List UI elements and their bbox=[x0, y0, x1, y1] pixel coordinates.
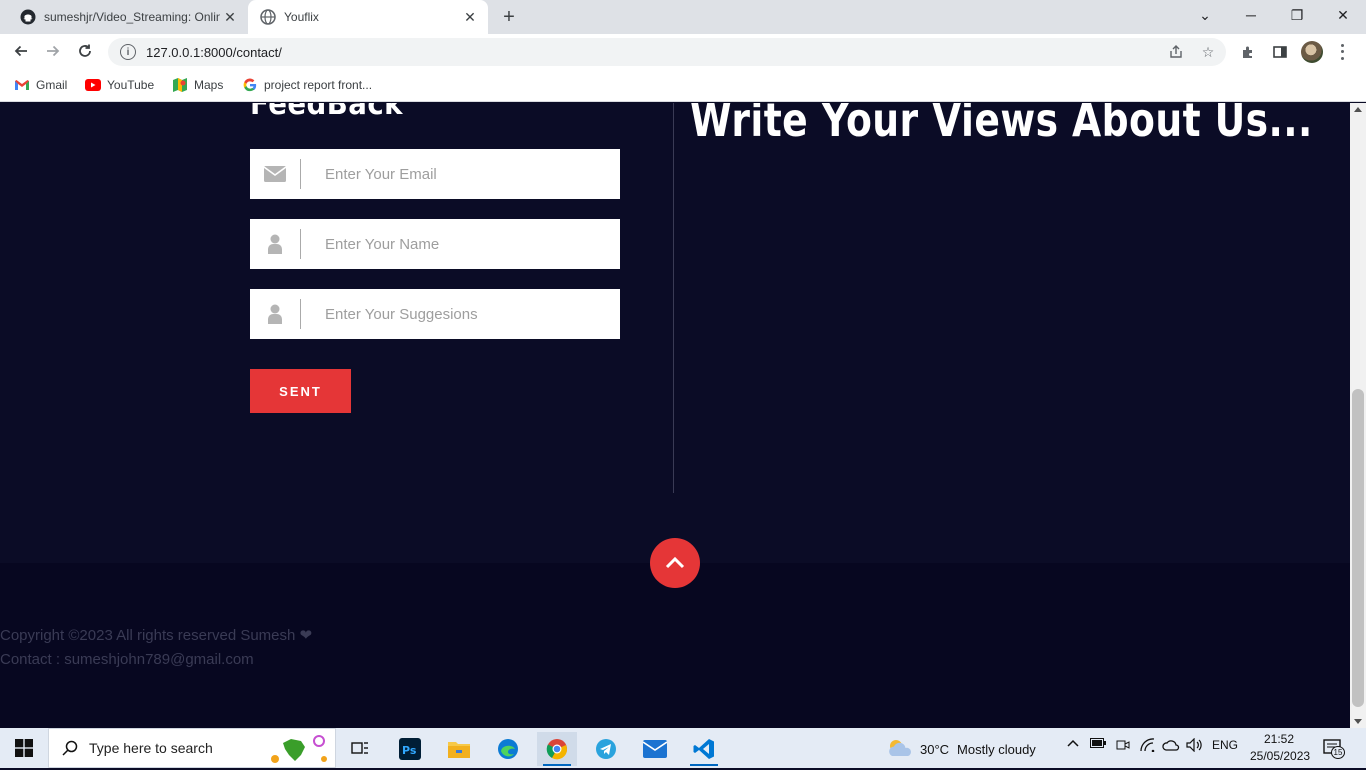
meet-now-icon[interactable] bbox=[1116, 738, 1130, 752]
taskbar-search[interactable]: Type here to search bbox=[48, 728, 336, 768]
user-icon bbox=[250, 219, 300, 269]
github-icon bbox=[20, 9, 36, 25]
suggestions-input[interactable] bbox=[325, 305, 605, 323]
clock-time: 21:52 bbox=[1263, 732, 1295, 746]
clock-date: 25/05/2023 bbox=[1250, 749, 1311, 763]
bookmark-label: Gmail bbox=[36, 78, 68, 92]
vscode-icon[interactable] bbox=[684, 732, 724, 766]
views-heading: Write Your Views About Us... bbox=[690, 103, 1313, 147]
bookmark-star-icon[interactable]: ☆ bbox=[1199, 43, 1217, 61]
youtube-icon bbox=[85, 77, 101, 93]
scroll-up-arrow-icon[interactable] bbox=[1354, 107, 1362, 112]
chevron-up-icon bbox=[665, 556, 685, 569]
mail-icon[interactable] bbox=[635, 732, 675, 766]
address-bar[interactable]: i 127.0.0.1:8000/contact/ bbox=[108, 38, 1226, 66]
email-field[interactable] bbox=[250, 149, 620, 199]
contact-page: FeedBack Write Your Views About Us... SE… bbox=[0, 103, 1350, 728]
file-explorer-icon[interactable] bbox=[439, 732, 479, 766]
new-tab-button[interactable]: + bbox=[498, 6, 520, 28]
scrollbar-thumb[interactable] bbox=[1352, 389, 1364, 707]
bookmark-label: YouTube bbox=[107, 78, 155, 92]
user-icon bbox=[250, 289, 300, 339]
back-icon[interactable] bbox=[8, 38, 34, 64]
clock[interactable]: 21:52 25/05/2023 bbox=[1250, 731, 1311, 765]
tab-strip: sumeshjr/Video_Streaming: Onlin ✕ Youfli… bbox=[0, 0, 1366, 34]
weather-condition: Mostly cloudy bbox=[957, 742, 1036, 757]
email-input[interactable] bbox=[325, 165, 605, 183]
name-input[interactable] bbox=[325, 235, 605, 253]
page-scrollbar[interactable] bbox=[1350, 103, 1366, 728]
tab-github[interactable]: sumeshjr/Video_Streaming: Onlin ✕ bbox=[8, 0, 248, 34]
reload-icon[interactable] bbox=[72, 38, 98, 64]
edge-icon[interactable] bbox=[488, 732, 528, 766]
tab-title: sumeshjr/Video_Streaming: Onlin bbox=[44, 10, 220, 24]
share-icon[interactable] bbox=[1167, 43, 1185, 61]
weather-temp: 30°C bbox=[920, 742, 950, 757]
url-text: 127.0.0.1:8000/contact/ bbox=[146, 44, 282, 60]
profile-avatar[interactable] bbox=[1301, 41, 1323, 63]
onedrive-sync-icon[interactable] bbox=[1162, 738, 1180, 752]
volume-icon[interactable] bbox=[1186, 738, 1204, 752]
suggestions-field[interactable] bbox=[250, 289, 620, 339]
heart-icon: ❤ bbox=[299, 627, 313, 644]
search-icon bbox=[61, 739, 79, 757]
task-view-icon[interactable] bbox=[340, 732, 380, 766]
maps-icon bbox=[172, 77, 188, 93]
battery-icon[interactable] bbox=[1090, 738, 1106, 748]
language-indicator[interactable]: ENG bbox=[1212, 738, 1238, 752]
start-button[interactable] bbox=[0, 728, 48, 768]
google-icon bbox=[242, 77, 258, 93]
gmail-icon bbox=[14, 77, 30, 93]
close-icon[interactable]: ✕ bbox=[220, 7, 240, 27]
bookmark-gmail[interactable]: Gmail bbox=[14, 76, 67, 94]
extensions-icon[interactable] bbox=[1238, 42, 1258, 62]
bookmark-youtube[interactable]: YouTube bbox=[85, 76, 154, 94]
search-highlight-icon bbox=[269, 733, 331, 770]
field-divider bbox=[300, 159, 301, 189]
name-field[interactable] bbox=[250, 219, 620, 269]
search-placeholder: Type here to search bbox=[89, 740, 213, 756]
bookmark-label: Maps bbox=[194, 78, 224, 92]
wifi-icon[interactable] bbox=[1140, 738, 1156, 752]
site-info-icon[interactable]: i bbox=[120, 44, 136, 60]
envelope-icon bbox=[250, 149, 300, 199]
bookmark-project-report[interactable]: project report front... bbox=[242, 76, 372, 94]
notifications-icon[interactable]: 15 bbox=[1322, 737, 1345, 759]
cloud-sun-icon bbox=[886, 738, 914, 761]
close-window-button[interactable]: ✕ bbox=[1320, 0, 1366, 30]
weather-widget[interactable]: 30°C Mostly cloudy bbox=[886, 738, 1036, 761]
feedback-heading: FeedBack bbox=[250, 103, 403, 122]
bookmark-label: project report front... bbox=[264, 78, 373, 92]
tab-title: Youflix bbox=[284, 10, 319, 24]
bookmark-maps[interactable]: Maps bbox=[172, 76, 223, 94]
globe-icon bbox=[260, 9, 276, 25]
copyright-line: Copyright ©2023 All rights reserved Sume… bbox=[0, 626, 312, 644]
contact-text: Contact : sumeshjohn789@gmail.com bbox=[0, 651, 254, 668]
forward-icon[interactable] bbox=[40, 38, 66, 64]
side-panel-icon[interactable] bbox=[1270, 42, 1290, 62]
restore-button[interactable]: ❐ bbox=[1274, 0, 1320, 30]
sent-button[interactable]: SENT bbox=[250, 369, 351, 413]
tab-youflix[interactable]: Youflix ✕ bbox=[248, 0, 488, 34]
chrome-icon[interactable] bbox=[537, 732, 577, 766]
column-divider bbox=[673, 103, 674, 493]
close-icon[interactable]: ✕ bbox=[460, 7, 480, 27]
show-hidden-icons-icon[interactable] bbox=[1066, 738, 1080, 748]
scroll-down-arrow-icon[interactable] bbox=[1354, 719, 1362, 724]
photoshop-icon[interactable]: Ps bbox=[390, 732, 430, 766]
minimize-button[interactable]: ─ bbox=[1228, 0, 1274, 30]
scroll-to-top-button[interactable] bbox=[650, 538, 700, 588]
svg-text:Ps: Ps bbox=[402, 744, 417, 757]
windows-icon bbox=[15, 739, 33, 757]
tab-search-icon[interactable]: ⌄ bbox=[1182, 0, 1228, 30]
more-menu-icon[interactable] bbox=[1337, 42, 1347, 62]
telegram-icon[interactable] bbox=[586, 732, 626, 766]
field-divider bbox=[300, 229, 301, 259]
notification-count-badge: 15 bbox=[1331, 746, 1345, 759]
copyright-text: Copyright ©2023 All rights reserved Sume… bbox=[0, 627, 296, 644]
field-divider bbox=[300, 299, 301, 329]
